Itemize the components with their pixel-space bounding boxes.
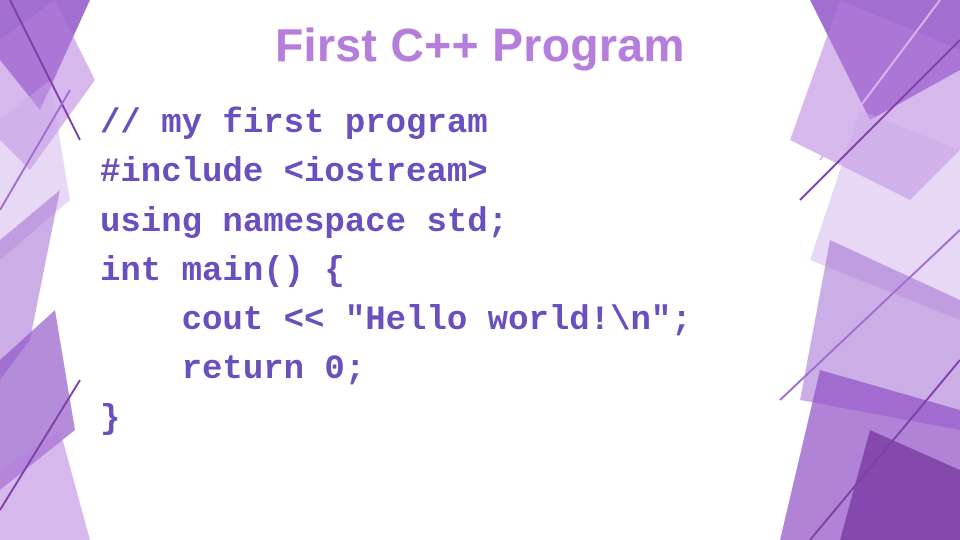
code-line: using namespace std; [100,204,508,242]
code-line: cout << "Hello world!\n"; [100,302,692,340]
code-line: // my first program [100,105,488,143]
slide-title: First C++ Program [0,18,960,72]
decorative-right-shapes [680,0,960,540]
code-line: int main() { [100,253,345,291]
code-line: } [100,401,120,439]
code-line: return 0; [100,351,365,389]
code-block: // my first program #include <iostream> … [100,100,692,445]
code-line: #include <iostream> [100,154,488,192]
